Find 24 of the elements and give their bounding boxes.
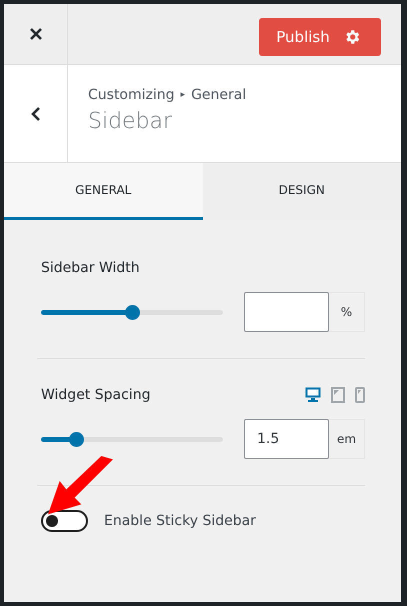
control-label: Widget Spacing <box>40 387 150 403</box>
slider-track[interactable] <box>41 432 223 446</box>
slider-thumb[interactable] <box>124 304 140 320</box>
unit-label: em <box>328 419 365 459</box>
back-icon <box>30 106 40 122</box>
close-icon <box>28 27 42 41</box>
value-field[interactable] <box>244 292 329 332</box>
device-button[interactable] <box>305 387 321 403</box>
toggle-switch[interactable] <box>41 510 88 532</box>
tab[interactable]: GENERAL <box>4 163 202 220</box>
slider-thumb[interactable] <box>68 432 84 446</box>
control-label: Sidebar Width <box>40 260 140 276</box>
unit-label: % <box>328 292 365 332</box>
section-title: Sidebar <box>88 109 174 134</box>
toggle-label: Enable Sticky Sidebar <box>104 513 256 529</box>
breadcrumb-text: Customizing <box>88 87 175 103</box>
breadcrumb-text: General <box>191 87 246 103</box>
value-field[interactable]: 1.5 <box>244 419 329 459</box>
slider-track[interactable] <box>41 304 223 320</box>
desktop-icon <box>305 387 321 402</box>
breadcrumb-separator: ▸ <box>180 90 186 100</box>
tablet-icon <box>331 387 345 403</box>
phone-icon <box>355 387 365 403</box>
publish-button[interactable]: Publish <box>259 18 381 56</box>
